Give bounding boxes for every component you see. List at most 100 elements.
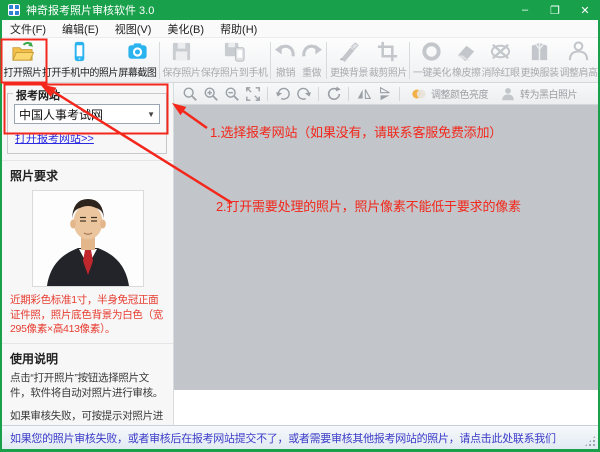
to-grayscale-button[interactable]: 转为黑白照片 [494,85,581,103]
toolbar-separator [159,42,160,79]
resize-grip[interactable] [584,435,596,447]
adjust-shoulder-button[interactable]: 调整肩高 [559,39,598,82]
redo-button[interactable]: 重做 [298,39,324,82]
sidebar: 报考网站 中国人事考试网 ▼ 打开报考网站>> 照片要求 [2,83,174,425]
eraser-label: 橡皮擦 [452,64,481,79]
exam-website-group-title: 报考网站 [13,87,63,103]
fit-screen-icon[interactable] [243,85,262,103]
change-clothes-button[interactable]: 更换服装 [520,39,559,82]
zoom-icon[interactable] [180,85,199,103]
open-photo-label: 打开照片 [3,64,41,79]
background-brush-icon [337,40,360,63]
change-background-label: 更换背景 [330,64,368,79]
usage-title: 使用说明 [2,343,173,371]
toolbar-separator [409,42,410,79]
save-photo-button[interactable]: 保存照片 [162,39,201,82]
sample-id-photo [32,190,144,287]
one-key-beautify-label: 一键美化 [413,64,451,79]
save-to-phone-button[interactable]: 保存照片到手机 [201,39,268,82]
redo-icon [300,40,323,63]
adjust-color-brightness-button[interactable]: 调整颜色亮度 [405,85,492,103]
menu-file[interactable]: 文件(F) [10,21,46,37]
menu-bar: 文件(F) 编辑(E) 视图(V) 美化(B) 帮助(H) [2,20,598,38]
minimize-button[interactable]: – [510,0,540,20]
flip-horizontal-icon[interactable] [354,85,373,103]
open-phone-photo-label: 打开手机中的照片 [42,64,118,79]
view-separator [399,87,400,101]
status-contact-link[interactable]: 如果您的照片审核失败，或者审核后在报考网站提交不了，或者需要审核其他报考网站的照… [10,430,556,446]
exam-website-dropdown[interactable]: 中国人事考试网 ▼ [14,104,160,124]
menu-edit[interactable]: 编辑(E) [62,21,99,37]
undo-button[interactable]: 撤销 [272,39,298,82]
exam-website-selected: 中国人事考试网 [19,106,103,123]
usage-paragraph: 如果审核失败，可按提示对照片进行相应的修改处理直到通过审核。 [2,409,173,426]
photo-requirement-text: 近期彩色标准1寸，半身免冠正面证件照，照片底色背景为白色（宽295像素×高413… [2,291,173,343]
clothes-icon [528,40,551,63]
menu-beautify[interactable]: 美化(B) [167,21,204,37]
phone-icon [68,40,91,63]
shoulder-person-icon [567,40,590,63]
open-photo-button[interactable]: 打开照片 [3,39,42,82]
title-bar: 神奇报考照片审核软件 3.0 – ❐ ✕ [0,0,600,20]
eraser-icon [455,40,478,63]
crop-photo-button[interactable]: 裁剪照片 [368,39,407,82]
floppy-phone-icon [223,40,246,63]
crop-icon [376,40,399,63]
flip-vertical-icon[interactable] [375,85,394,103]
grayscale-person-icon [498,85,517,103]
rotate-right-icon[interactable] [294,85,313,103]
to-grayscale-label: 转为黑白照片 [520,86,577,101]
eraser-button[interactable]: 橡皮擦 [451,39,481,82]
view-separator [348,87,349,101]
redo-label: 重做 [302,64,321,79]
open-exam-website-link[interactable]: 打开报考网站>> [15,130,94,146]
main-toolbar: 打开照片 打开手机中的照片 [2,38,598,83]
close-button[interactable]: ✕ [570,0,600,20]
remove-red-eye-button[interactable]: 消除红眼 [481,39,520,82]
bottom-strip [174,390,598,425]
screenshot-label: 屏幕截图 [118,64,156,79]
view-toolbar: 调整颜色亮度 转为黑白照片 [174,83,598,105]
app-icon [8,4,20,16]
save-to-phone-label: 保存照片到手机 [201,64,268,79]
photo-canvas [174,105,598,390]
beautify-ring-icon [420,40,443,63]
screenshot-button[interactable]: 屏幕截图 [118,39,157,82]
color-balls-icon [409,85,428,103]
adjust-color-brightness-label: 调整颜色亮度 [431,86,488,101]
toolbar-separator [270,42,271,79]
one-key-beautify-button[interactable]: 一键美化 [412,39,451,82]
photo-requirements-title: 照片要求 [2,160,173,188]
maximize-button[interactable]: ❐ [540,0,570,20]
save-photo-label: 保存照片 [162,64,200,79]
change-clothes-label: 更换服装 [521,64,559,79]
change-background-button[interactable]: 更换背景 [329,39,368,82]
view-separator [267,87,268,101]
red-eye-icon [489,40,512,63]
rotate-icon[interactable] [324,85,343,103]
zoom-in-icon[interactable] [201,85,220,103]
menu-help[interactable]: 帮助(H) [220,21,257,37]
usage-paragraph: 点击“打开照片”按钮选择照片文件，软件将自动对照片进行审核。 [2,371,173,401]
status-bar: 如果您的照片审核失败，或者审核后在报考网站提交不了，或者需要审核其他报考网站的照… [2,425,598,449]
undo-label: 撤销 [276,64,295,79]
exam-website-group: 报考网站 中国人事考试网 ▼ 打开报考网站>> [7,93,167,154]
undo-icon [274,40,297,63]
client-area: 文件(F) 编辑(E) 视图(V) 美化(B) 帮助(H) 打开照片 [2,20,598,449]
crop-photo-label: 裁剪照片 [369,64,407,79]
camera-icon [126,40,149,63]
zoom-out-icon[interactable] [222,85,241,103]
toolbar-separator [326,42,327,79]
view-separator [318,87,319,101]
chevron-down-icon: ▼ [147,110,155,119]
open-phone-photo-button[interactable]: 打开手机中的照片 [42,39,118,82]
rotate-left-icon[interactable] [273,85,292,103]
app-window: 神奇报考照片审核软件 3.0 – ❐ ✕ 文件(F) 编辑(E) 视图(V) 美… [0,0,600,452]
window-title: 神奇报考照片审核软件 3.0 [26,2,154,18]
open-photo-folder-icon [11,40,34,63]
sample-photo-wrap [2,188,173,291]
menu-view[interactable]: 视图(V) [115,21,152,37]
floppy-icon [170,40,193,63]
remove-red-eye-label: 消除红眼 [482,64,520,79]
adjust-shoulder-label: 调整肩高 [559,64,597,79]
